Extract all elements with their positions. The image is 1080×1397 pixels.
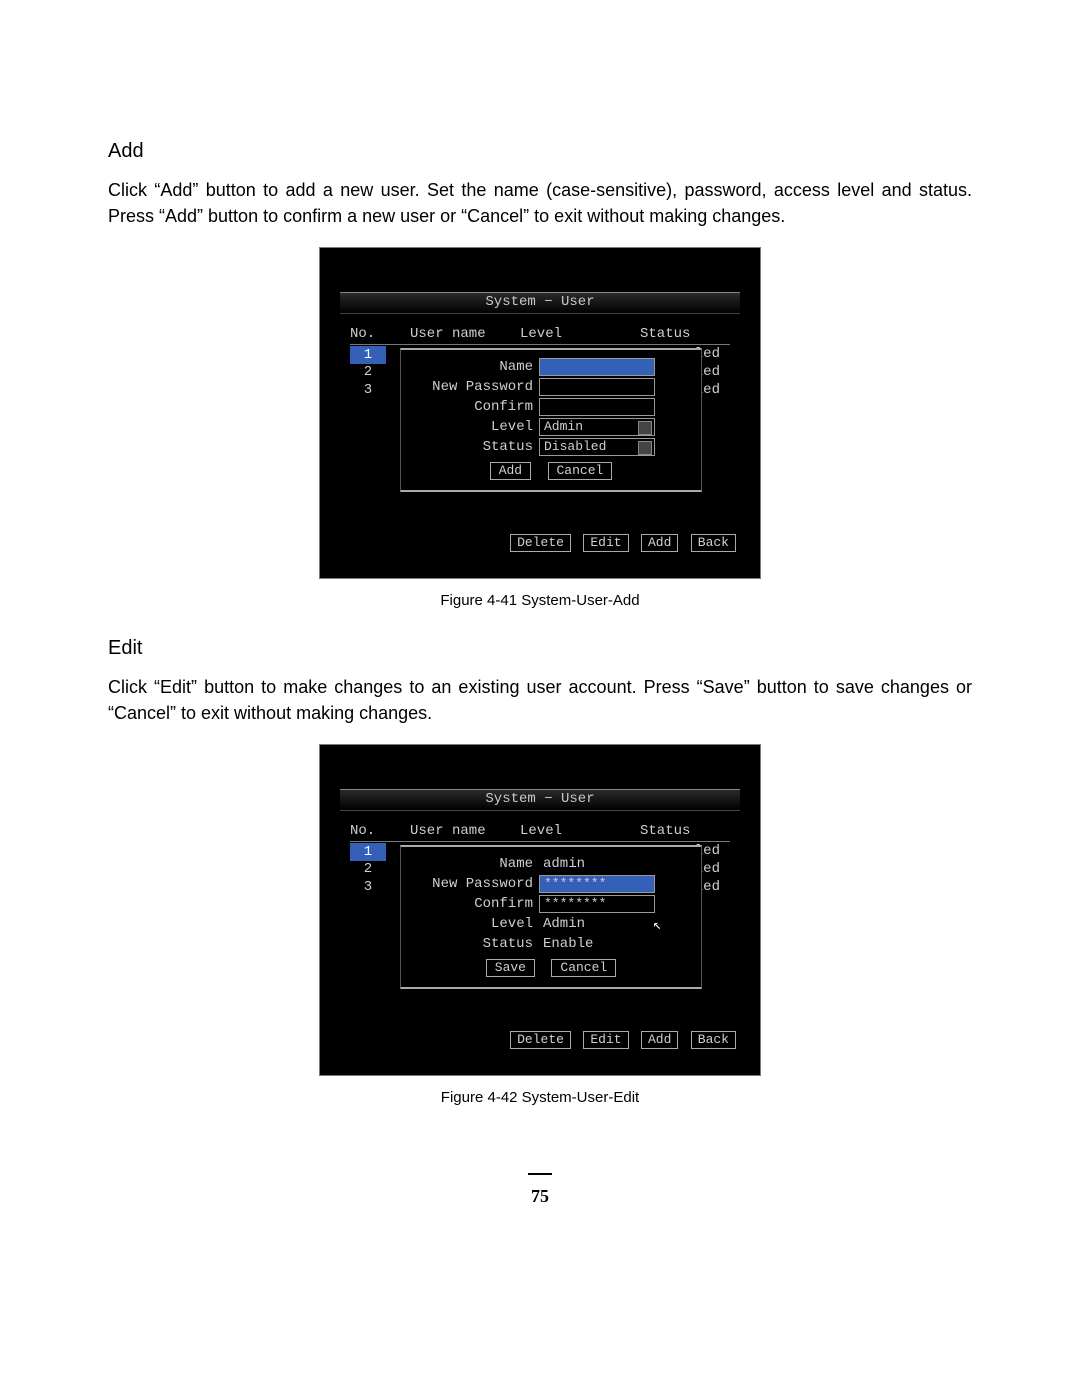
back-button[interactable]: Back xyxy=(691,1031,736,1049)
col-no: No. xyxy=(350,326,375,342)
save-button[interactable]: Save xyxy=(486,959,535,977)
table-row[interactable]: 2 xyxy=(350,861,386,877)
col-level: Level xyxy=(520,823,562,839)
col-status: Status xyxy=(640,823,690,839)
confirm-label: Confirm xyxy=(411,895,533,913)
heading-edit: Edit xyxy=(108,637,972,660)
cancel-button[interactable]: Cancel xyxy=(551,959,616,977)
delete-button[interactable]: Delete xyxy=(510,534,571,552)
cursor-icon: ↖ xyxy=(653,917,661,934)
window-title: System − User xyxy=(340,292,740,314)
edit-user-dialog: Name admin New Password ******** Confirm… xyxy=(400,845,702,989)
newpw-label: New Password xyxy=(411,378,533,396)
add-button[interactable]: Add xyxy=(490,462,531,480)
name-value: admin xyxy=(543,855,585,873)
screenshot-edit: System − User No. User name Level Status… xyxy=(319,744,761,1076)
newpw-input[interactable] xyxy=(539,378,655,396)
confirm-label: Confirm xyxy=(411,398,533,416)
window-title: System − User xyxy=(340,789,740,811)
level-label: Level xyxy=(411,418,533,436)
edit-button[interactable]: Edit xyxy=(583,534,628,552)
table-row[interactable]: 3 xyxy=(350,879,386,895)
confirm-input[interactable] xyxy=(539,398,655,416)
add-footer-button[interactable]: Add xyxy=(641,534,678,552)
figure-caption-add: Figure 4-41 System-User-Add xyxy=(108,592,972,609)
page-number-value: 75 xyxy=(531,1186,549,1206)
figure-caption-edit: Figure 4-42 System-User-Edit xyxy=(108,1089,972,1106)
back-button[interactable]: Back xyxy=(691,534,736,552)
status-label: Status xyxy=(411,438,533,456)
footer-buttons: Delete Edit Add Back xyxy=(506,534,736,552)
status-label: Status xyxy=(411,935,533,953)
delete-button[interactable]: Delete xyxy=(510,1031,571,1049)
col-no: No. xyxy=(350,823,375,839)
status-value: Enable xyxy=(543,935,593,953)
newpw-label: New Password xyxy=(411,875,533,893)
col-level: Level xyxy=(520,326,562,342)
paragraph-add: Click “Add” button to add a new user. Se… xyxy=(108,177,972,229)
table-row[interactable]: 1 xyxy=(350,843,386,861)
level-dropdown[interactable]: Admin xyxy=(539,418,655,436)
col-status: Status xyxy=(640,326,690,342)
table-row[interactable]: 3 xyxy=(350,382,386,398)
page-number: 75 xyxy=(0,1168,1080,1207)
newpw-input[interactable]: ******** xyxy=(539,875,655,893)
cancel-button[interactable]: Cancel xyxy=(548,462,613,480)
paragraph-edit: Click “Edit” button to make changes to a… xyxy=(108,674,972,726)
table-row[interactable]: 2 xyxy=(350,364,386,380)
level-value: Admin xyxy=(543,915,585,933)
add-footer-button[interactable]: Add xyxy=(641,1031,678,1049)
heading-add: Add xyxy=(108,140,972,163)
screenshot-add: System − User No. User name Level Status… xyxy=(319,247,761,579)
col-user: User name xyxy=(410,326,486,342)
confirm-input[interactable]: ******** xyxy=(539,895,655,913)
edit-button[interactable]: Edit xyxy=(583,1031,628,1049)
col-user: User name xyxy=(410,823,486,839)
add-user-dialog: Name New Password Confirm Level Admin xyxy=(400,348,702,492)
footer-buttons: Delete Edit Add Back xyxy=(506,1031,736,1049)
table-row[interactable]: 1 xyxy=(350,346,386,364)
level-label: Level xyxy=(411,915,533,933)
name-label: Name xyxy=(411,855,533,873)
name-input[interactable] xyxy=(539,358,655,376)
name-label: Name xyxy=(411,358,533,376)
status-dropdown[interactable]: Disabled xyxy=(539,438,655,456)
